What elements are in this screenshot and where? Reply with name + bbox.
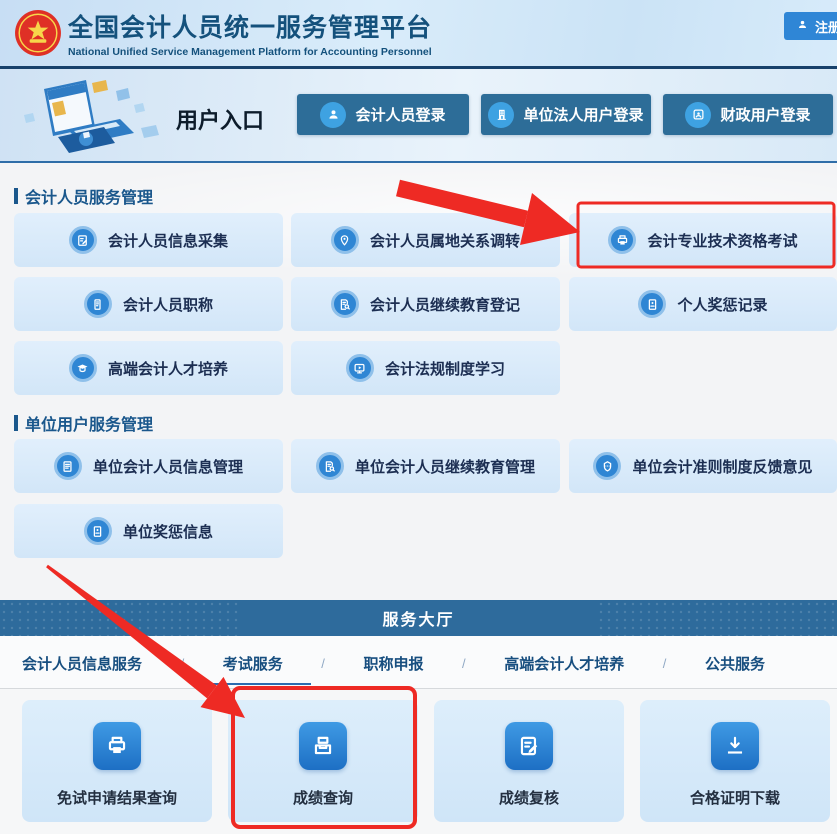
doc-icon bbox=[54, 452, 82, 480]
service-label: 单位会计人员继续教育管理 bbox=[355, 456, 535, 477]
unit-legal-person-login-button[interactable]: 单位法人用户登录 bbox=[481, 94, 651, 135]
service-card-title[interactable]: 会计人员职称 bbox=[14, 277, 283, 331]
service-card-info-collection[interactable]: 会计人员信息采集 bbox=[14, 213, 283, 267]
platform-title-cn: 全国会计人员统一服务管理平台 bbox=[68, 8, 432, 44]
person-icon bbox=[796, 18, 809, 34]
video-icon bbox=[346, 354, 374, 382]
printer-icon bbox=[608, 226, 636, 254]
print-output-icon bbox=[299, 722, 347, 770]
feedback-icon bbox=[593, 452, 621, 480]
services-area: 会计人员服务管理 会计人员信息采集 会计人员属地关系调转 bbox=[0, 163, 837, 600]
service-hall-banner: 服务大厅 bbox=[0, 600, 837, 636]
login-label: 会计人员登录 bbox=[355, 104, 445, 125]
service-card-exam[interactable]: 会计专业技术资格考试 bbox=[569, 213, 837, 267]
service-hall-tabs: 会计人员信息服务 / 考试服务 / 职称申报 / 高端会计人才培养 / 公共服务 bbox=[0, 636, 837, 689]
login-label: 财政用户登录 bbox=[720, 104, 810, 125]
service-hall-title: 服务大厅 bbox=[382, 606, 454, 630]
tab-exam-service[interactable]: 考试服务 bbox=[223, 653, 283, 674]
certificate-icon bbox=[84, 290, 112, 318]
tab-separator: / bbox=[663, 656, 667, 671]
finance-user-login-button[interactable]: 财政用户登录 bbox=[663, 94, 833, 135]
user-entry-title: 用户入口 bbox=[176, 103, 264, 135]
section-title: 单位用户服务管理 bbox=[25, 411, 153, 435]
service-card-law-study[interactable]: 会计法规制度学习 bbox=[291, 341, 560, 395]
register-button[interactable]: 注册 bbox=[784, 12, 837, 40]
user-entry-band: 用户入口 会计人员登录 单位法人用户登录 bbox=[0, 66, 837, 163]
laptop-illustration bbox=[16, 73, 166, 163]
doc-search-icon bbox=[331, 290, 359, 318]
service-card-unit-info[interactable]: 单位会计人员信息管理 bbox=[14, 439, 283, 493]
tab-separator: / bbox=[462, 656, 466, 671]
card-score-review[interactable]: 成绩复核 bbox=[434, 700, 624, 822]
badge-icon bbox=[84, 517, 112, 545]
section-bar bbox=[14, 188, 18, 204]
service-card-standards-feedback[interactable]: 单位会计准则制度反馈意见 bbox=[569, 439, 837, 493]
personal-services-header: 会计人员服务管理 bbox=[14, 184, 153, 208]
doc-edit-icon bbox=[69, 226, 97, 254]
graduation-cap-icon bbox=[69, 354, 97, 382]
service-card-personal-rewards[interactable]: 个人奖惩记录 bbox=[569, 277, 837, 331]
unit-services-header: 单位用户服务管理 bbox=[14, 411, 153, 435]
service-label: 单位会计人员信息管理 bbox=[93, 456, 243, 477]
service-card-continuing-education[interactable]: 会计人员继续教育登记 bbox=[291, 277, 560, 331]
page-header: 全国会计人员统一服务管理平台 National Unified Service … bbox=[0, 0, 837, 66]
register-label: 注册 bbox=[815, 17, 837, 36]
card-score-query[interactable]: 成绩查询 bbox=[228, 700, 418, 822]
tab-title-declaration[interactable]: 职称申报 bbox=[363, 653, 423, 674]
badge-icon bbox=[638, 290, 666, 318]
section-bar bbox=[14, 415, 18, 431]
service-label: 单位会计准则制度反馈意见 bbox=[632, 456, 812, 477]
service-label: 会计人员继续教育登记 bbox=[370, 294, 520, 315]
section-title: 会计人员服务管理 bbox=[25, 184, 153, 208]
tab-separator: / bbox=[321, 656, 325, 671]
tab-separator: / bbox=[181, 656, 185, 671]
exam-service-cards: 免试申请结果查询 成绩查询 成绩复核 bbox=[0, 690, 837, 834]
service-label: 会计专业技术资格考试 bbox=[647, 230, 797, 251]
tab-personnel-info-service[interactable]: 会计人员信息服务 bbox=[22, 653, 142, 674]
service-card-talent-training[interactable]: 高端会计人才培养 bbox=[14, 341, 283, 395]
service-label: 会计人员属地关系调转 bbox=[370, 230, 520, 251]
national-emblem-icon bbox=[14, 9, 62, 57]
platform-title-block: 全国会计人员统一服务管理平台 National Unified Service … bbox=[68, 8, 432, 58]
location-icon bbox=[331, 226, 359, 254]
card-label: 合格证明下载 bbox=[690, 787, 780, 808]
service-card-unit-rewards[interactable]: 单位奖惩信息 bbox=[14, 504, 283, 558]
tab-public-service[interactable]: 公共服务 bbox=[705, 653, 765, 674]
accounting-platform-page: 全国会计人员统一服务管理平台 National Unified Service … bbox=[0, 0, 837, 834]
building-icon bbox=[488, 102, 514, 128]
service-label: 高端会计人才培养 bbox=[108, 358, 228, 379]
card-certificate-download[interactable]: 合格证明下载 bbox=[640, 700, 830, 822]
service-label: 会计人员信息采集 bbox=[108, 230, 228, 251]
service-card-unit-education[interactable]: 单位会计人员继续教育管理 bbox=[291, 439, 560, 493]
card-exemption-result-query[interactable]: 免试申请结果查询 bbox=[22, 700, 212, 822]
service-label: 个人奖惩记录 bbox=[677, 294, 767, 315]
card-label: 成绩查询 bbox=[293, 787, 353, 808]
platform-title-en: National Unified Service Management Plat… bbox=[68, 46, 432, 58]
download-icon bbox=[711, 722, 759, 770]
doc-edit-icon bbox=[505, 722, 553, 770]
service-label: 单位奖惩信息 bbox=[123, 521, 213, 542]
doc-search-icon bbox=[316, 452, 344, 480]
service-label: 会计人员职称 bbox=[123, 294, 213, 315]
login-label: 单位法人用户登录 bbox=[523, 104, 643, 125]
card-label: 免试申请结果查询 bbox=[57, 787, 177, 808]
card-label: 成绩复核 bbox=[499, 787, 559, 808]
printer-icon bbox=[93, 722, 141, 770]
tab-talent-training[interactable]: 高端会计人才培养 bbox=[504, 653, 624, 674]
id-badge-icon bbox=[685, 102, 711, 128]
service-label: 会计法规制度学习 bbox=[385, 358, 505, 379]
service-card-locality-transfer[interactable]: 会计人员属地关系调转 bbox=[291, 213, 560, 267]
accounting-personnel-login-button[interactable]: 会计人员登录 bbox=[297, 94, 469, 135]
person-icon bbox=[320, 102, 346, 128]
